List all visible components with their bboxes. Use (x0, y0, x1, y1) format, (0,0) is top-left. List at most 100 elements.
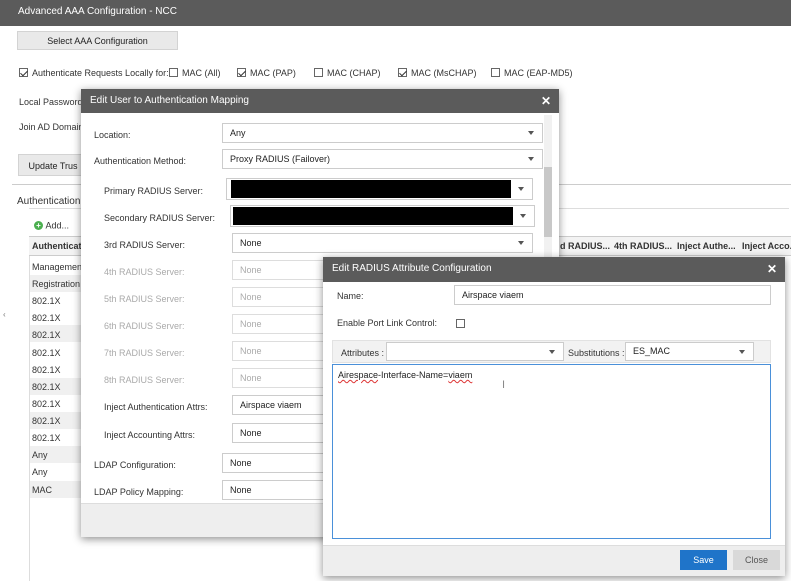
chevron-down-icon (528, 131, 534, 135)
checkbox-icon[interactable] (491, 68, 500, 78)
inject-acct-attrs-value: None (240, 428, 262, 438)
edit-radius-attribute-dialog: Edit RADIUS Attribute Configuration ✕ Nam… (323, 257, 785, 576)
mac-pap-checkbox[interactable]: MAC (PAP) (237, 67, 296, 78)
table-row[interactable]: 802.1X (32, 416, 61, 426)
chevron-down-icon (518, 241, 524, 245)
column-header-3rd-radius[interactable]: d RADIUS... (560, 241, 610, 251)
save-button[interactable]: Save (680, 550, 727, 570)
third-radius-select[interactable]: None (232, 233, 533, 253)
table-row[interactable]: 802.1X (32, 313, 61, 323)
window-title: Advanced AAA Configuration - NCC (18, 6, 177, 17)
mac-mschap-checkbox[interactable]: MAC (MsCHAP) (398, 67, 477, 78)
add-icon: + (34, 221, 43, 231)
column-header-authentication[interactable]: Authenticat (32, 241, 82, 251)
checkbox-icon[interactable] (398, 68, 407, 78)
name-value: Airspace viaem (462, 290, 524, 300)
update-trust-button[interactable]: Update Trus (18, 154, 88, 176)
table-row[interactable]: Any (32, 450, 48, 460)
inject-auth-attrs-value: Airspace viaem (240, 400, 302, 410)
authentication-method-label: Authentication Method: (94, 156, 187, 166)
table-row[interactable]: 802.1X (32, 399, 61, 409)
redacted-value (231, 180, 511, 198)
substitutions-label: Substitutions : (568, 348, 625, 358)
authentication-section-title: Authentication (17, 196, 81, 207)
mac-eap-md5-label: MAC (EAP-MD5) (504, 67, 573, 78)
close-icon[interactable]: ✕ (541, 94, 551, 108)
attribute-text-area[interactable]: Airespace-Interface-Name=viaem I (332, 364, 771, 539)
mac-eap-md5-checkbox[interactable]: MAC (EAP-MD5) (491, 67, 573, 78)
mac-all-label: MAC (All) (182, 67, 221, 78)
authentication-method-select[interactable]: Proxy RADIUS (Failover) (222, 149, 543, 169)
checkbox-icon[interactable] (169, 68, 178, 78)
table-row[interactable]: 802.1X (32, 433, 61, 443)
location-value: Any (230, 128, 246, 138)
eighth-radius-value: None (240, 373, 262, 383)
name-label: Name: (337, 291, 364, 301)
seventh-radius-value: None (240, 346, 262, 356)
checkbox-icon[interactable] (19, 68, 28, 78)
third-radius-label: 3rd RADIUS Server: (104, 240, 186, 250)
join-ad-domain-label: Join AD Domain (19, 122, 84, 132)
table-row[interactable]: 802.1X (32, 296, 61, 306)
port-link-control-label: Enable Port Link Control: (337, 318, 438, 328)
table-row[interactable]: 802.1X (32, 382, 61, 392)
third-radius-value: None (240, 238, 262, 248)
mapping-dialog-title: Edit User to Authentication Mapping (90, 95, 249, 106)
fourth-radius-label: 4th RADIUS Server: (104, 267, 185, 277)
name-input[interactable]: Airspace viaem (454, 285, 771, 305)
redacted-value (233, 207, 513, 225)
mac-chap-checkbox[interactable]: MAC (CHAP) (314, 67, 381, 78)
table-row[interactable]: 802.1X (32, 348, 61, 358)
sixth-radius-label: 6th RADIUS Server: (104, 321, 185, 331)
mac-all-checkbox[interactable]: MAC (All) (169, 67, 221, 78)
table-row[interactable]: Managemen (32, 262, 82, 272)
collapse-left-icon[interactable]: ‹ (3, 310, 8, 320)
mac-mschap-label: MAC (MsCHAP) (411, 67, 477, 78)
mac-pap-label: MAC (PAP) (250, 67, 296, 78)
table-row[interactable]: 802.1X (32, 330, 61, 340)
scrollbar-thumb[interactable] (544, 167, 552, 237)
primary-radius-label: Primary RADIUS Server: (104, 186, 204, 196)
radius-dialog-header: Edit RADIUS Attribute Configuration ✕ (323, 257, 785, 282)
close-icon[interactable]: ✕ (767, 262, 777, 276)
fifth-radius-value: None (240, 292, 262, 302)
chevron-down-icon (528, 157, 534, 161)
inject-auth-attrs-label: Inject Authentication Attrs: (104, 402, 208, 412)
attribute-text-part-1: Airespace (338, 370, 379, 380)
column-header-inject-auth[interactable]: Inject Authe... (677, 241, 736, 251)
authenticate-locally-checkbox[interactable]: Authenticate Requests Locally for: (19, 67, 169, 78)
primary-radius-select[interactable] (226, 178, 533, 200)
table-row[interactable]: Any (32, 467, 48, 477)
table-row[interactable]: MAC (32, 485, 52, 495)
add-button[interactable]: + Add... (34, 220, 69, 231)
add-label: Add... (45, 220, 70, 231)
radius-dialog-title: Edit RADIUS Attribute Configuration (332, 263, 492, 274)
column-header-4th-radius[interactable]: 4th RADIUS... (614, 241, 672, 251)
checkbox-icon[interactable] (314, 68, 323, 78)
mapping-dialog-header: Edit User to Authentication Mapping ✕ (81, 89, 559, 113)
substitutions-value: ES_MAC (633, 346, 671, 356)
fifth-radius-label: 5th RADIUS Server: (104, 294, 185, 304)
window-title-bar: Advanced AAA Configuration - NCC (0, 0, 791, 26)
secondary-radius-label: Secondary RADIUS Server: (104, 213, 216, 223)
table-row[interactable]: Registration (32, 279, 80, 289)
secondary-radius-select[interactable] (230, 205, 535, 227)
port-link-control-checkbox[interactable] (456, 319, 465, 329)
column-header-inject-acct[interactable]: Inject Acco... (742, 241, 791, 251)
close-button[interactable]: Close (733, 550, 780, 570)
ldap-policy-mapping-value: None (230, 485, 252, 495)
chevron-down-icon (518, 187, 524, 191)
substitutions-select[interactable]: ES_MAC (625, 342, 754, 361)
location-select[interactable]: Any (222, 123, 543, 143)
authentication-method-value: Proxy RADIUS (Failover) (230, 154, 331, 164)
attributes-select[interactable] (386, 342, 564, 361)
sixth-radius-value: None (240, 319, 262, 329)
checkbox-icon[interactable] (237, 68, 246, 78)
ldap-configuration-label: LDAP Configuration: (94, 460, 176, 470)
table-row[interactable]: 802.1X (32, 365, 61, 375)
eighth-radius-label: 8th RADIUS Server: (104, 375, 185, 385)
select-aaa-configuration-button[interactable]: Select AAA Configuration (17, 31, 178, 50)
text-cursor-icon: I (502, 379, 506, 391)
authenticate-locally-label: Authenticate Requests Locally for: (32, 67, 169, 78)
chevron-down-icon (549, 349, 555, 354)
